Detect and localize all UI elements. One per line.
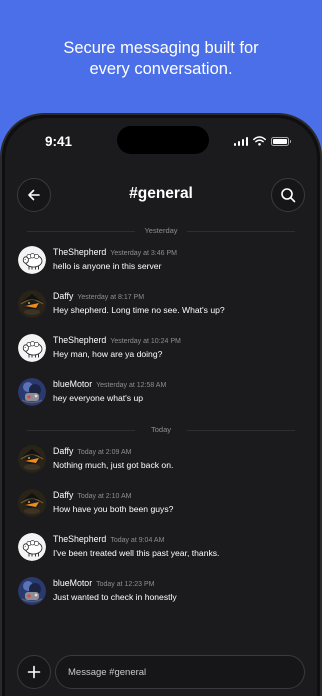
message-timestamp: Yesterday at 8:17 PM — [77, 294, 145, 301]
message-item[interactable]: Daffy Today at 2:09 AM Nothing much, jus… — [18, 445, 308, 479]
hero-banner: Secure messaging built for every convers… — [0, 0, 322, 110]
message-author[interactable]: Daffy — [53, 291, 73, 301]
plus-icon — [27, 665, 41, 679]
message-text: I've been treated well this past year, t… — [53, 548, 220, 558]
status-icons — [233, 136, 291, 146]
signal-icon — [233, 136, 248, 146]
search-icon — [281, 188, 296, 203]
message-timestamp: Yesterday at 10:24 PM — [110, 338, 181, 345]
message-item[interactable]: TheShepherd Yesterday at 10:24 PM Hey ma… — [18, 334, 308, 368]
message-text: hey everyone what's up — [53, 393, 144, 403]
message-author[interactable]: blueMotor — [53, 379, 92, 389]
message-author[interactable]: TheShepherd — [53, 247, 106, 257]
battery-icon — [271, 136, 291, 146]
hero-line-2: every conversation. — [89, 60, 233, 78]
message-author[interactable]: Daffy — [53, 490, 73, 500]
message-item[interactable]: Daffy Today at 2:10 AM How have you both… — [18, 489, 308, 523]
message-timestamp: Today at 9:04 AM — [110, 537, 165, 544]
search-button[interactable] — [271, 178, 305, 212]
status-time: 9:41 — [45, 134, 73, 149]
hero-line-1: Secure messaging built for — [63, 39, 259, 57]
message-composer — [5, 653, 317, 693]
motor-avatar[interactable] — [18, 577, 46, 605]
message-item[interactable]: blueMotor Yesterday at 12:58 AM hey ever… — [18, 378, 308, 412]
message-timestamp: Yesterday at 3:46 PM — [110, 250, 177, 257]
sheep-avatar[interactable] — [18, 246, 46, 274]
app-screen: 9:41 #general Yesterday TheShepherd Yest… — [5, 118, 317, 696]
message-author[interactable]: Daffy — [53, 446, 73, 456]
sheep-avatar[interactable] — [18, 533, 46, 561]
message-item[interactable]: Daffy Yesterday at 8:17 PM Hey shepherd.… — [18, 290, 308, 324]
message-text: hello is anyone in this server — [53, 261, 162, 271]
message-author[interactable]: blueMotor — [53, 578, 92, 588]
wifi-icon — [253, 136, 266, 146]
message-input[interactable] — [55, 655, 305, 689]
message-text: Nothing much, just got back on. — [53, 460, 174, 470]
phone-frame: 9:41 #general Yesterday TheShepherd Yest… — [0, 113, 322, 696]
message-author[interactable]: TheShepherd — [53, 335, 106, 345]
duck-avatar[interactable] — [18, 445, 46, 473]
message-timestamp: Yesterday at 12:58 AM — [96, 382, 167, 389]
chat-header: #general — [5, 176, 317, 216]
message-author[interactable]: TheShepherd — [53, 534, 106, 544]
message-text: Hey man, how are ya doing? — [53, 349, 163, 359]
duck-avatar[interactable] — [18, 489, 46, 517]
message-text: Just wanted to check in honestly — [53, 592, 177, 602]
message-timestamp: Today at 12:23 PM — [96, 581, 155, 588]
message-item[interactable]: TheShepherd Yesterday at 3:46 PM hello i… — [18, 246, 308, 280]
add-attachment-button[interactable] — [17, 655, 51, 689]
message-item[interactable]: TheShepherd Today at 9:04 AM I've been t… — [18, 533, 308, 567]
message-item[interactable]: blueMotor Today at 12:23 PM Just wanted … — [18, 577, 308, 611]
sheep-avatar[interactable] — [18, 334, 46, 362]
date-divider-yesterday: Yesterday — [5, 226, 317, 235]
motor-avatar[interactable] — [18, 378, 46, 406]
duck-avatar[interactable] — [18, 290, 46, 318]
message-text: Hey shepherd. Long time no see. What's u… — [53, 305, 225, 315]
date-divider-today: Today — [5, 425, 317, 434]
dynamic-island — [117, 126, 209, 154]
message-text: How have you both been guys? — [53, 504, 174, 514]
message-timestamp: Today at 2:09 AM — [77, 449, 132, 456]
message-timestamp: Today at 2:10 AM — [77, 493, 132, 500]
